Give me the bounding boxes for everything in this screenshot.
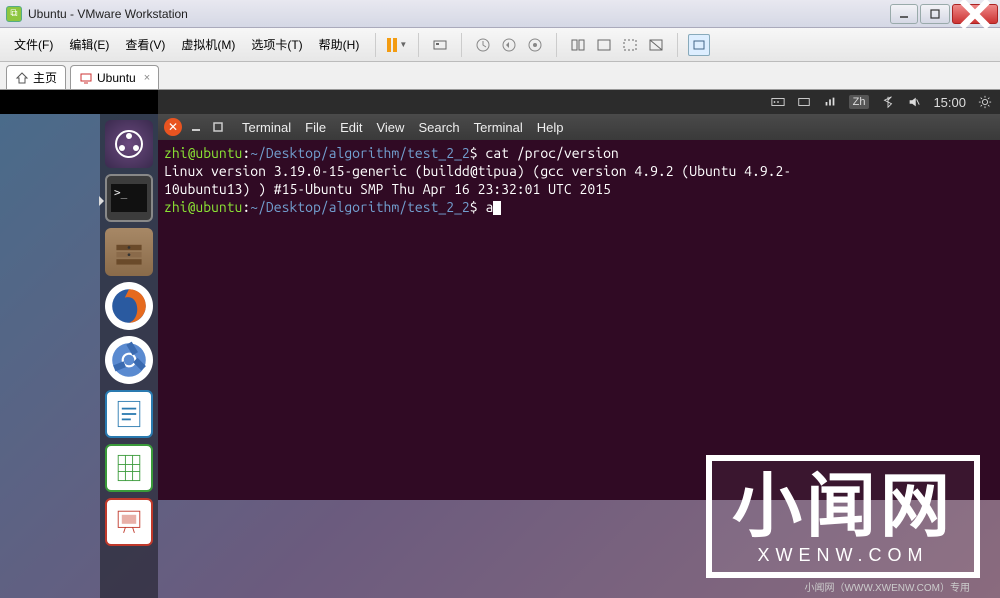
output-line-2: 10ubuntu13) ) #15-Ubuntu SMP Thu Apr 16 …: [164, 180, 994, 198]
view-fullscreen-button[interactable]: [619, 34, 641, 56]
watermark: 小闻网 XWENW.COM: [706, 455, 980, 578]
minimize-button[interactable]: [890, 4, 918, 24]
ubuntu-top-panel: Zh 15:00: [158, 90, 1000, 114]
terminal-titlebar[interactable]: ✕ Terminal File Edit View Search Termina…: [158, 114, 1000, 140]
pause-icon: [387, 38, 397, 52]
terminal-close-button[interactable]: ✕: [164, 118, 182, 136]
window-title: Ubuntu - VMware Workstation: [28, 7, 888, 21]
terminal-minimize-button[interactable]: [188, 119, 204, 135]
launcher-terminal[interactable]: >_: [105, 174, 153, 222]
vm-viewport[interactable]: Zh 15:00 >_: [0, 90, 1000, 598]
term-menu-terminal2[interactable]: Terminal: [474, 120, 523, 135]
chevron-down-icon: ▼: [399, 40, 407, 49]
separator: [556, 33, 557, 57]
view-console-button[interactable]: [688, 34, 710, 56]
snapshot-revert-button[interactable]: [498, 34, 520, 56]
menu-tabs[interactable]: 选项卡(T): [245, 32, 308, 57]
launcher-dash[interactable]: [105, 120, 153, 168]
command-2: a: [485, 199, 493, 215]
menu-vm[interactable]: 虚拟机(M): [175, 32, 241, 57]
launcher-firefox[interactable]: [105, 282, 153, 330]
menu-help[interactable]: 帮助(H): [313, 32, 366, 57]
output-line-1: Linux version 3.19.0-15-generic (buildd@…: [164, 162, 994, 180]
launcher-impress[interactable]: [105, 498, 153, 546]
bluetooth-icon[interactable]: [881, 95, 895, 109]
watermark-text: 小闻网: [732, 471, 954, 541]
term-menu-terminal[interactable]: Terminal: [242, 120, 291, 135]
view-single-button[interactable]: [593, 34, 615, 56]
tab-close-icon[interactable]: ×: [144, 72, 150, 84]
terminal-icon: >_: [111, 184, 147, 212]
separator: [375, 33, 376, 57]
term-menu-help[interactable]: Help: [537, 120, 564, 135]
term-menu-view[interactable]: View: [376, 120, 404, 135]
launcher-files[interactable]: [105, 228, 153, 276]
prompt-user: zhi@ubuntu: [164, 145, 242, 161]
clock[interactable]: 15:00: [933, 95, 966, 110]
watermark-url: XWENW.COM: [732, 545, 954, 566]
menu-edit[interactable]: 编辑(E): [63, 32, 115, 57]
close-button[interactable]: [952, 4, 998, 24]
snapshot-manager-button[interactable]: [524, 34, 546, 56]
tab-ubuntu[interactable]: Ubuntu ×: [70, 65, 159, 89]
menu-view[interactable]: 查看(V): [119, 32, 171, 57]
term-menu-edit[interactable]: Edit: [340, 120, 362, 135]
tab-home-label: 主页: [33, 69, 57, 86]
menu-file[interactable]: 文件(F): [8, 32, 59, 57]
volume-icon[interactable]: [907, 95, 921, 109]
home-icon: [15, 71, 29, 85]
terminal-body[interactable]: zhi@ubuntu:~/Desktop/algorithm/test_2_2$…: [158, 140, 1000, 500]
windows-titlebar: ⧉ Ubuntu - VMware Workstation: [0, 0, 1000, 28]
keyboard-layout-indicator[interactable]: [797, 95, 811, 109]
tab-bar: 主页 Ubuntu ×: [0, 62, 1000, 90]
snapshot-button[interactable]: [472, 34, 494, 56]
separator: [461, 33, 462, 57]
terminal-menubar: Terminal File Edit View Search Terminal …: [242, 120, 564, 135]
separator: [677, 33, 678, 57]
pause-vm-button[interactable]: ▼: [386, 34, 408, 56]
view-split-button[interactable]: [567, 34, 589, 56]
monitor-icon: [79, 71, 93, 85]
terminal-maximize-button[interactable]: [210, 119, 226, 135]
tab-home[interactable]: 主页: [6, 65, 66, 89]
term-menu-file[interactable]: File: [305, 120, 326, 135]
watermark-sub: 小闻网（WWW.XWENW.COM）专用: [804, 579, 970, 594]
maximize-button[interactable]: [920, 4, 950, 24]
send-ctrl-alt-del-button[interactable]: [429, 34, 451, 56]
command-1: cat /proc/version: [485, 145, 618, 161]
launcher-chromium[interactable]: [105, 336, 153, 384]
launcher-calc[interactable]: [105, 444, 153, 492]
tab-ubuntu-label: Ubuntu: [97, 71, 136, 85]
view-unity-button[interactable]: [645, 34, 667, 56]
launcher-writer[interactable]: [105, 390, 153, 438]
term-menu-search[interactable]: Search: [418, 120, 459, 135]
gear-icon[interactable]: [978, 95, 992, 109]
ime-indicator[interactable]: Zh: [849, 95, 870, 109]
cursor: [493, 201, 501, 215]
keyboard-indicator[interactable]: [771, 95, 785, 109]
menu-bar: 文件(F) 编辑(E) 查看(V) 虚拟机(M) 选项卡(T) 帮助(H) ▼: [0, 28, 1000, 62]
terminal-window: ✕ Terminal File Edit View Search Termina…: [158, 114, 1000, 500]
vmware-icon: ⧉: [6, 6, 22, 22]
unity-launcher: >_: [100, 114, 158, 598]
network-indicator[interactable]: [823, 95, 837, 109]
separator: [418, 33, 419, 57]
prompt-path: ~/Desktop/algorithm/test_2_2: [250, 145, 470, 161]
